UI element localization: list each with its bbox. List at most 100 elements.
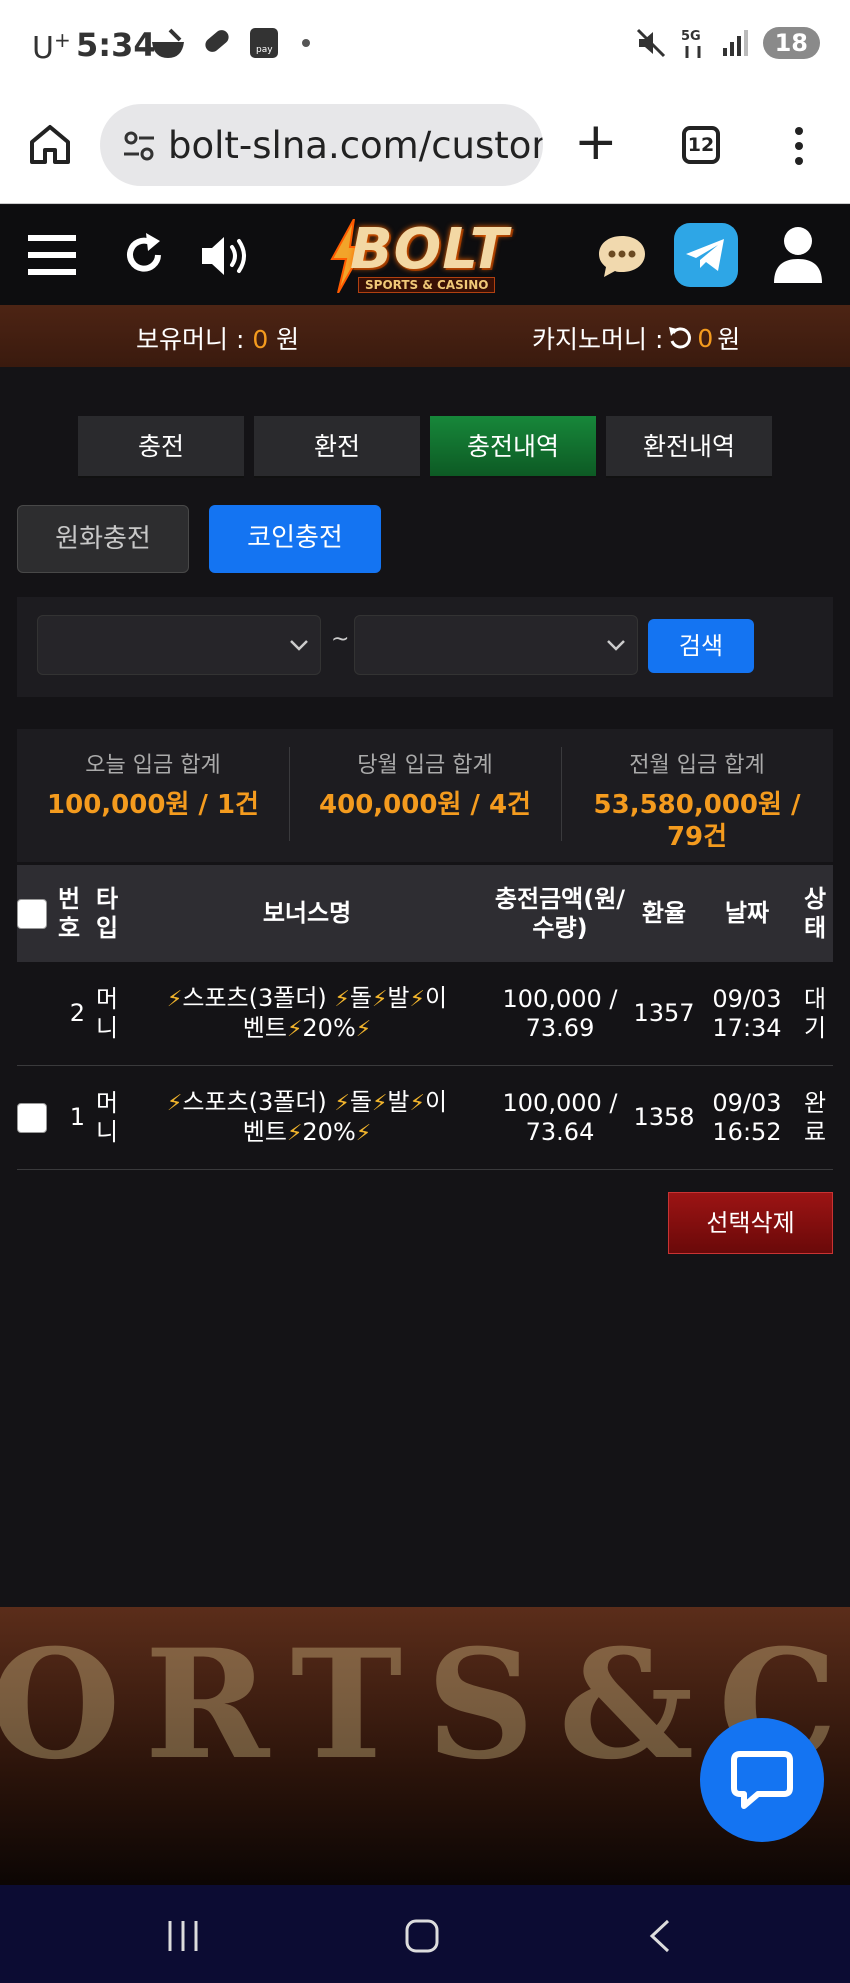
lightning-icon: ⚡ bbox=[371, 986, 388, 1012]
lightning-icon: ⚡ bbox=[166, 1090, 183, 1116]
balance-bar: 보유머니 : 0 원 카지노머니 : 0 원 bbox=[0, 305, 850, 367]
site-header: BOLT SPORTS & CASINO bbox=[0, 205, 850, 305]
pay-icon: pay bbox=[250, 28, 278, 58]
address-bar[interactable]: bolt-slna.com/custom bbox=[100, 104, 543, 186]
summary-this-month-label: 당월 입금 합계 bbox=[357, 753, 493, 778]
search-button[interactable]: 검색 bbox=[648, 619, 754, 673]
header-date: 날짜 bbox=[724, 899, 770, 927]
row-amount: 100,000 /73.69 bbox=[502, 984, 618, 1042]
casino-refresh-icon[interactable] bbox=[667, 325, 693, 351]
browser-toolbar: bolt-slna.com/custom + 12 bbox=[0, 92, 850, 204]
system-icons: 5G 18 bbox=[635, 26, 820, 60]
row-checkbox[interactable] bbox=[17, 1102, 47, 1133]
notification-icons: pay bbox=[150, 26, 310, 60]
recent-apps-icon[interactable] bbox=[166, 1919, 200, 1953]
battery-badge: 18 bbox=[762, 27, 820, 59]
header-amount: 충전금액(원/수량) bbox=[494, 884, 626, 942]
system-navigation-bar bbox=[0, 1885, 850, 1983]
row-no: 1 bbox=[69, 1103, 85, 1131]
site-settings-icon[interactable] bbox=[122, 130, 156, 162]
carrier-label: U+ bbox=[32, 28, 71, 66]
lightning-icon: ⚡ bbox=[355, 1016, 372, 1042]
casino-money-label: 카지노머니 : bbox=[532, 325, 664, 354]
status-bar: U+ 5:34 pay 5G 18 bbox=[0, 0, 850, 92]
end-date-select[interactable] bbox=[354, 615, 638, 675]
row-status: 완료 bbox=[803, 1088, 827, 1146]
more-menu-icon[interactable] bbox=[794, 126, 804, 166]
casino-money-unit: 원 bbox=[717, 325, 741, 354]
tab-switcher-button[interactable]: 12 bbox=[682, 126, 720, 164]
date-filter: ~ 검색 bbox=[17, 597, 833, 697]
signal-icon bbox=[722, 30, 748, 56]
row-no: 2 bbox=[69, 999, 85, 1027]
summary-today-value: 100,000원 / 1건 bbox=[47, 790, 259, 820]
refresh-icon[interactable] bbox=[120, 231, 168, 279]
holding-money-value: 0 bbox=[252, 325, 269, 354]
select-all-cell bbox=[17, 865, 47, 962]
holding-money-unit: 원 bbox=[268, 325, 300, 354]
chevron-down-icon bbox=[607, 640, 625, 651]
deposit-history-table: 번호 타입 보너스명 충전금액(원/수량) 환율 날짜 상태 2 머니 ⚡스포츠… bbox=[17, 865, 833, 1170]
clock: 5:34 bbox=[76, 26, 156, 64]
deposit-summary: 오늘 입금 합계 100,000원 / 1건 당월 입금 합계 400,000원… bbox=[17, 729, 833, 862]
logo-text: BOLT bbox=[350, 217, 509, 282]
deposit-type-tabs: 원화충전 코인충전 bbox=[17, 505, 381, 573]
site-logo[interactable]: BOLT SPORTS & CASINO bbox=[328, 213, 524, 299]
lightning-icon: ⚡ bbox=[334, 1090, 350, 1116]
row-status: 대기 bbox=[803, 984, 827, 1042]
live-chat-button[interactable] bbox=[700, 1718, 824, 1842]
home-icon[interactable] bbox=[28, 122, 72, 166]
summary-today: 오늘 입금 합계 100,000원 / 1건 bbox=[17, 747, 289, 862]
row-bonus: ⚡스포츠(3폴더) ⚡돌⚡발⚡이 벤트⚡20%⚡ bbox=[166, 983, 448, 1042]
lightning-icon: ⚡ bbox=[166, 986, 183, 1012]
row-date: 09/03 16:52 bbox=[712, 1088, 782, 1146]
header-rate: 환율 bbox=[641, 899, 687, 927]
select-all-checkbox[interactable] bbox=[17, 898, 47, 929]
casino-money-value: 0 bbox=[697, 323, 714, 353]
delete-selected-button[interactable]: 선택삭제 bbox=[668, 1192, 833, 1254]
header-status: 상태 bbox=[803, 884, 827, 942]
tab-deposit-history[interactable]: 충전내역 bbox=[430, 416, 596, 478]
main-tabs: 충전 환전 충전내역 환전내역 bbox=[78, 416, 772, 478]
sound-icon[interactable] bbox=[200, 233, 256, 279]
lightning-icon: ⚡ bbox=[355, 1120, 372, 1146]
tab-withdraw[interactable]: 환전 bbox=[254, 416, 420, 478]
tab-coin-deposit[interactable]: 코인충전 bbox=[209, 505, 381, 573]
table-header: 번호 타입 보너스명 충전금액(원/수량) 환율 날짜 상태 bbox=[17, 865, 833, 962]
tab-withdraw-history[interactable]: 환전내역 bbox=[606, 416, 772, 478]
row-select-cell bbox=[17, 1066, 47, 1169]
lightning-icon: ⚡ bbox=[409, 1090, 425, 1116]
start-date-select[interactable] bbox=[37, 615, 321, 675]
table-row: 2 머니 ⚡스포츠(3폴더) ⚡돌⚡발⚡이 벤트⚡20%⚡ 100,000 /7… bbox=[17, 962, 833, 1066]
row-rate: 1358 bbox=[633, 1103, 695, 1131]
back-icon[interactable] bbox=[648, 1919, 672, 1953]
row-type: 머니 bbox=[95, 1088, 119, 1146]
tab-krw-deposit[interactable]: 원화충전 bbox=[17, 505, 189, 573]
user-account-icon[interactable] bbox=[772, 225, 824, 285]
home-button-icon[interactable] bbox=[404, 1919, 440, 1953]
row-bonus: ⚡스포츠(3폴더) ⚡돌⚡발⚡이 벤트⚡20%⚡ bbox=[166, 1087, 448, 1146]
hamburger-menu-icon[interactable] bbox=[28, 233, 76, 277]
summary-last-month: 전월 입금 합계 53,580,000원 / 79건 bbox=[561, 747, 833, 862]
svg-text:5G: 5G bbox=[681, 29, 701, 44]
new-tab-icon[interactable]: + bbox=[574, 116, 618, 168]
summary-last-month-value: 53,580,000원 / 79건 bbox=[593, 790, 801, 852]
lightning-icon: ⚡ bbox=[371, 1090, 388, 1116]
chat-bubble-icon[interactable] bbox=[596, 233, 648, 279]
chat-icon bbox=[731, 1751, 793, 1809]
holding-money: 보유머니 : 0 원 bbox=[136, 320, 299, 356]
telegram-icon[interactable] bbox=[674, 223, 738, 287]
summary-this-month-value: 400,000원 / 4건 bbox=[319, 790, 531, 820]
casino-money: 카지노머니 : 0 원 bbox=[532, 320, 740, 356]
header-type: 타입 bbox=[95, 884, 119, 942]
summary-last-month-label: 전월 입금 합계 bbox=[629, 753, 765, 778]
pill-icon bbox=[205, 30, 229, 52]
5g-icon: 5G bbox=[681, 29, 701, 58]
row-rate: 1357 bbox=[633, 999, 695, 1027]
tab-deposit[interactable]: 충전 bbox=[78, 416, 244, 478]
svg-text:pay: pay bbox=[256, 45, 273, 55]
bowl-icon bbox=[152, 28, 184, 58]
row-type: 머니 bbox=[95, 984, 119, 1042]
row-amount: 100,000 /73.64 bbox=[502, 1088, 618, 1146]
lightning-icon: ⚡ bbox=[334, 986, 350, 1012]
